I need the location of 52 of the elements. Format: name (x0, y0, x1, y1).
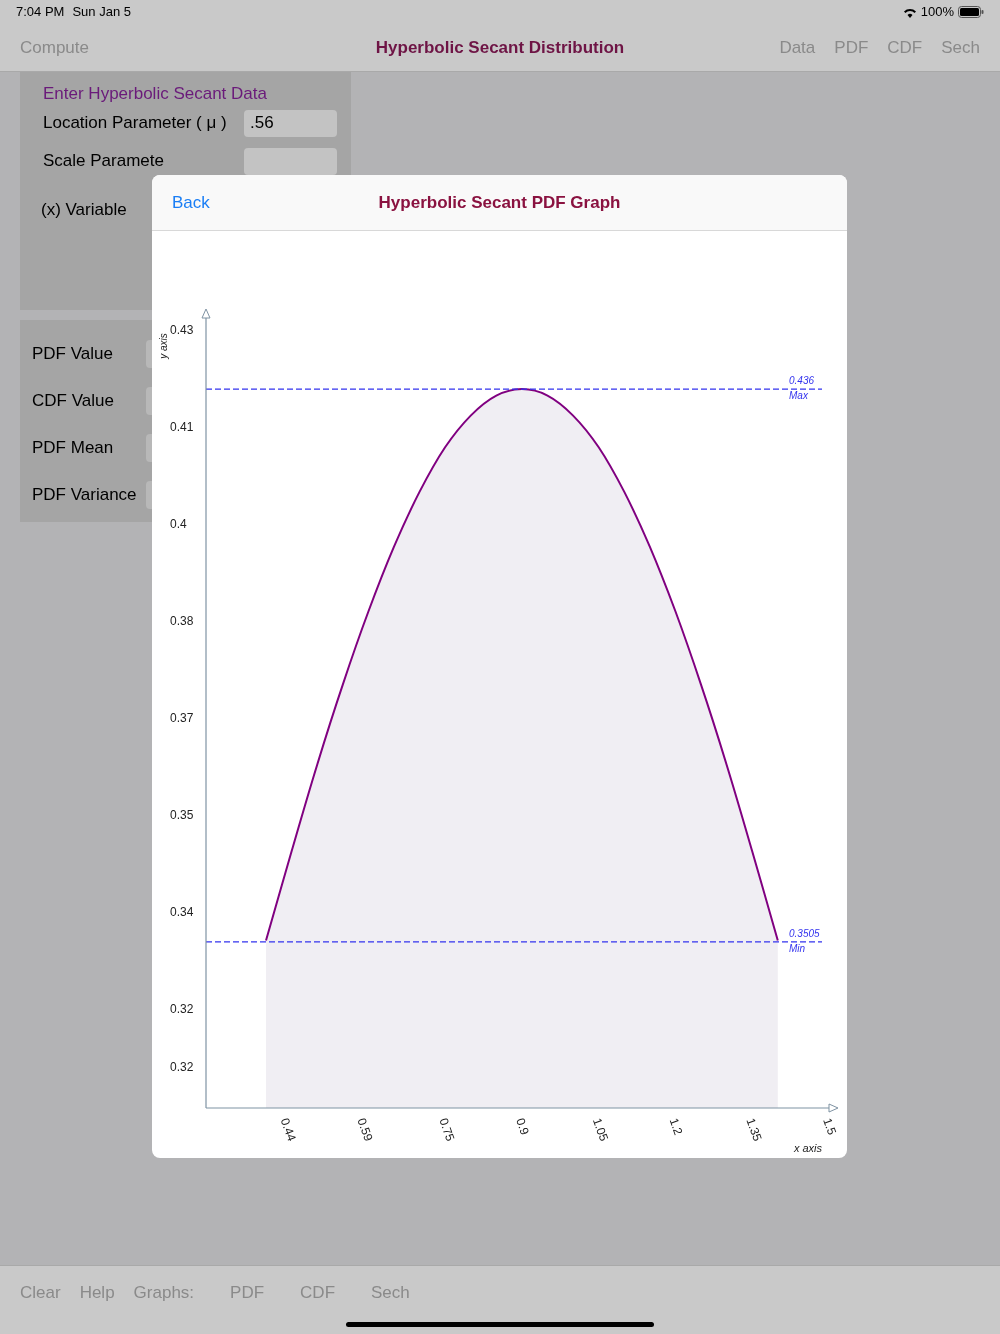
toolbar-button[interactable]: Sech (371, 1280, 410, 1306)
y-tick-label: 0.35 (170, 808, 194, 823)
reference-value: 0.3505 (789, 927, 820, 939)
reference-note: Min (789, 942, 806, 954)
dialog-title: Hyperbolic Secant PDF Graph (378, 191, 621, 214)
nav-button[interactable]: Data (779, 34, 816, 61)
x-tick-label: 1.35 (743, 1116, 765, 1143)
y-tick-label: 0.32 (170, 1060, 194, 1075)
panel-heading: Enter Hyperbolic Secant Data (43, 84, 268, 104)
y-axis-title: y axis (158, 333, 169, 359)
result-label: CDF Value (32, 389, 115, 412)
x-axis-title: x axis (793, 1142, 822, 1154)
parameter-field[interactable]: .56 (244, 109, 337, 137)
x-tick-label: 0.9 (513, 1116, 532, 1137)
toolbar-button[interactable]: Help (79, 1280, 115, 1306)
y-tick-label: 0.34 (170, 905, 194, 920)
battery-percent: 100% (920, 3, 954, 22)
wifi-icon (902, 6, 917, 18)
status-date: Sun Jan 5 (72, 3, 131, 22)
toolbar-button[interactable]: Clear (20, 1280, 61, 1306)
nav-button[interactable]: CDF (887, 34, 923, 61)
x-tick-label: 0.44 (277, 1116, 299, 1143)
reference-value: 0.436 (789, 375, 815, 387)
result-label: PDF Value (32, 342, 114, 365)
back-button[interactable]: Back (172, 189, 210, 216)
y-tick-label: 0.32 (170, 1002, 194, 1017)
x-tick-label: 1.05 (589, 1116, 611, 1143)
x-tick-label: 0.59 (354, 1116, 376, 1143)
nav-button[interactable]: Sech (941, 34, 980, 61)
y-tick-label: 0.43 (170, 323, 194, 338)
result-label: PDF Mean (32, 436, 115, 459)
compute-button[interactable]: Compute (20, 34, 89, 61)
battery-icon (958, 6, 984, 18)
parameter-field[interactable] (244, 147, 337, 175)
y-tick-label: 0.37 (170, 711, 194, 726)
field-label: Scale Paramete (43, 150, 165, 173)
x-tick-label: 1.5 (820, 1116, 840, 1137)
x-tick-label: 1.2 (666, 1116, 686, 1137)
y-tick-label: 0.4 (170, 517, 187, 532)
result-label: PDF Variance (32, 483, 138, 506)
field-label: Location Parameter ( μ ) (43, 112, 228, 135)
status-time: 7:04 PM (16, 3, 65, 22)
field-label: (x) Variable (41, 199, 127, 222)
toolbar-button[interactable]: CDF (300, 1280, 336, 1306)
toolbar-button[interactable]: Graphs: (133, 1280, 195, 1306)
nav-button[interactable]: PDF (834, 34, 869, 61)
nav-title: Hyperbolic Secant Distribution (375, 36, 625, 59)
toolbar-button[interactable]: PDF (230, 1280, 265, 1306)
reference-note: Max (789, 390, 808, 402)
y-tick-label: 0.38 (170, 614, 194, 629)
y-tick-label: 0.41 (170, 420, 194, 435)
x-tick-label: 0.75 (436, 1116, 458, 1143)
